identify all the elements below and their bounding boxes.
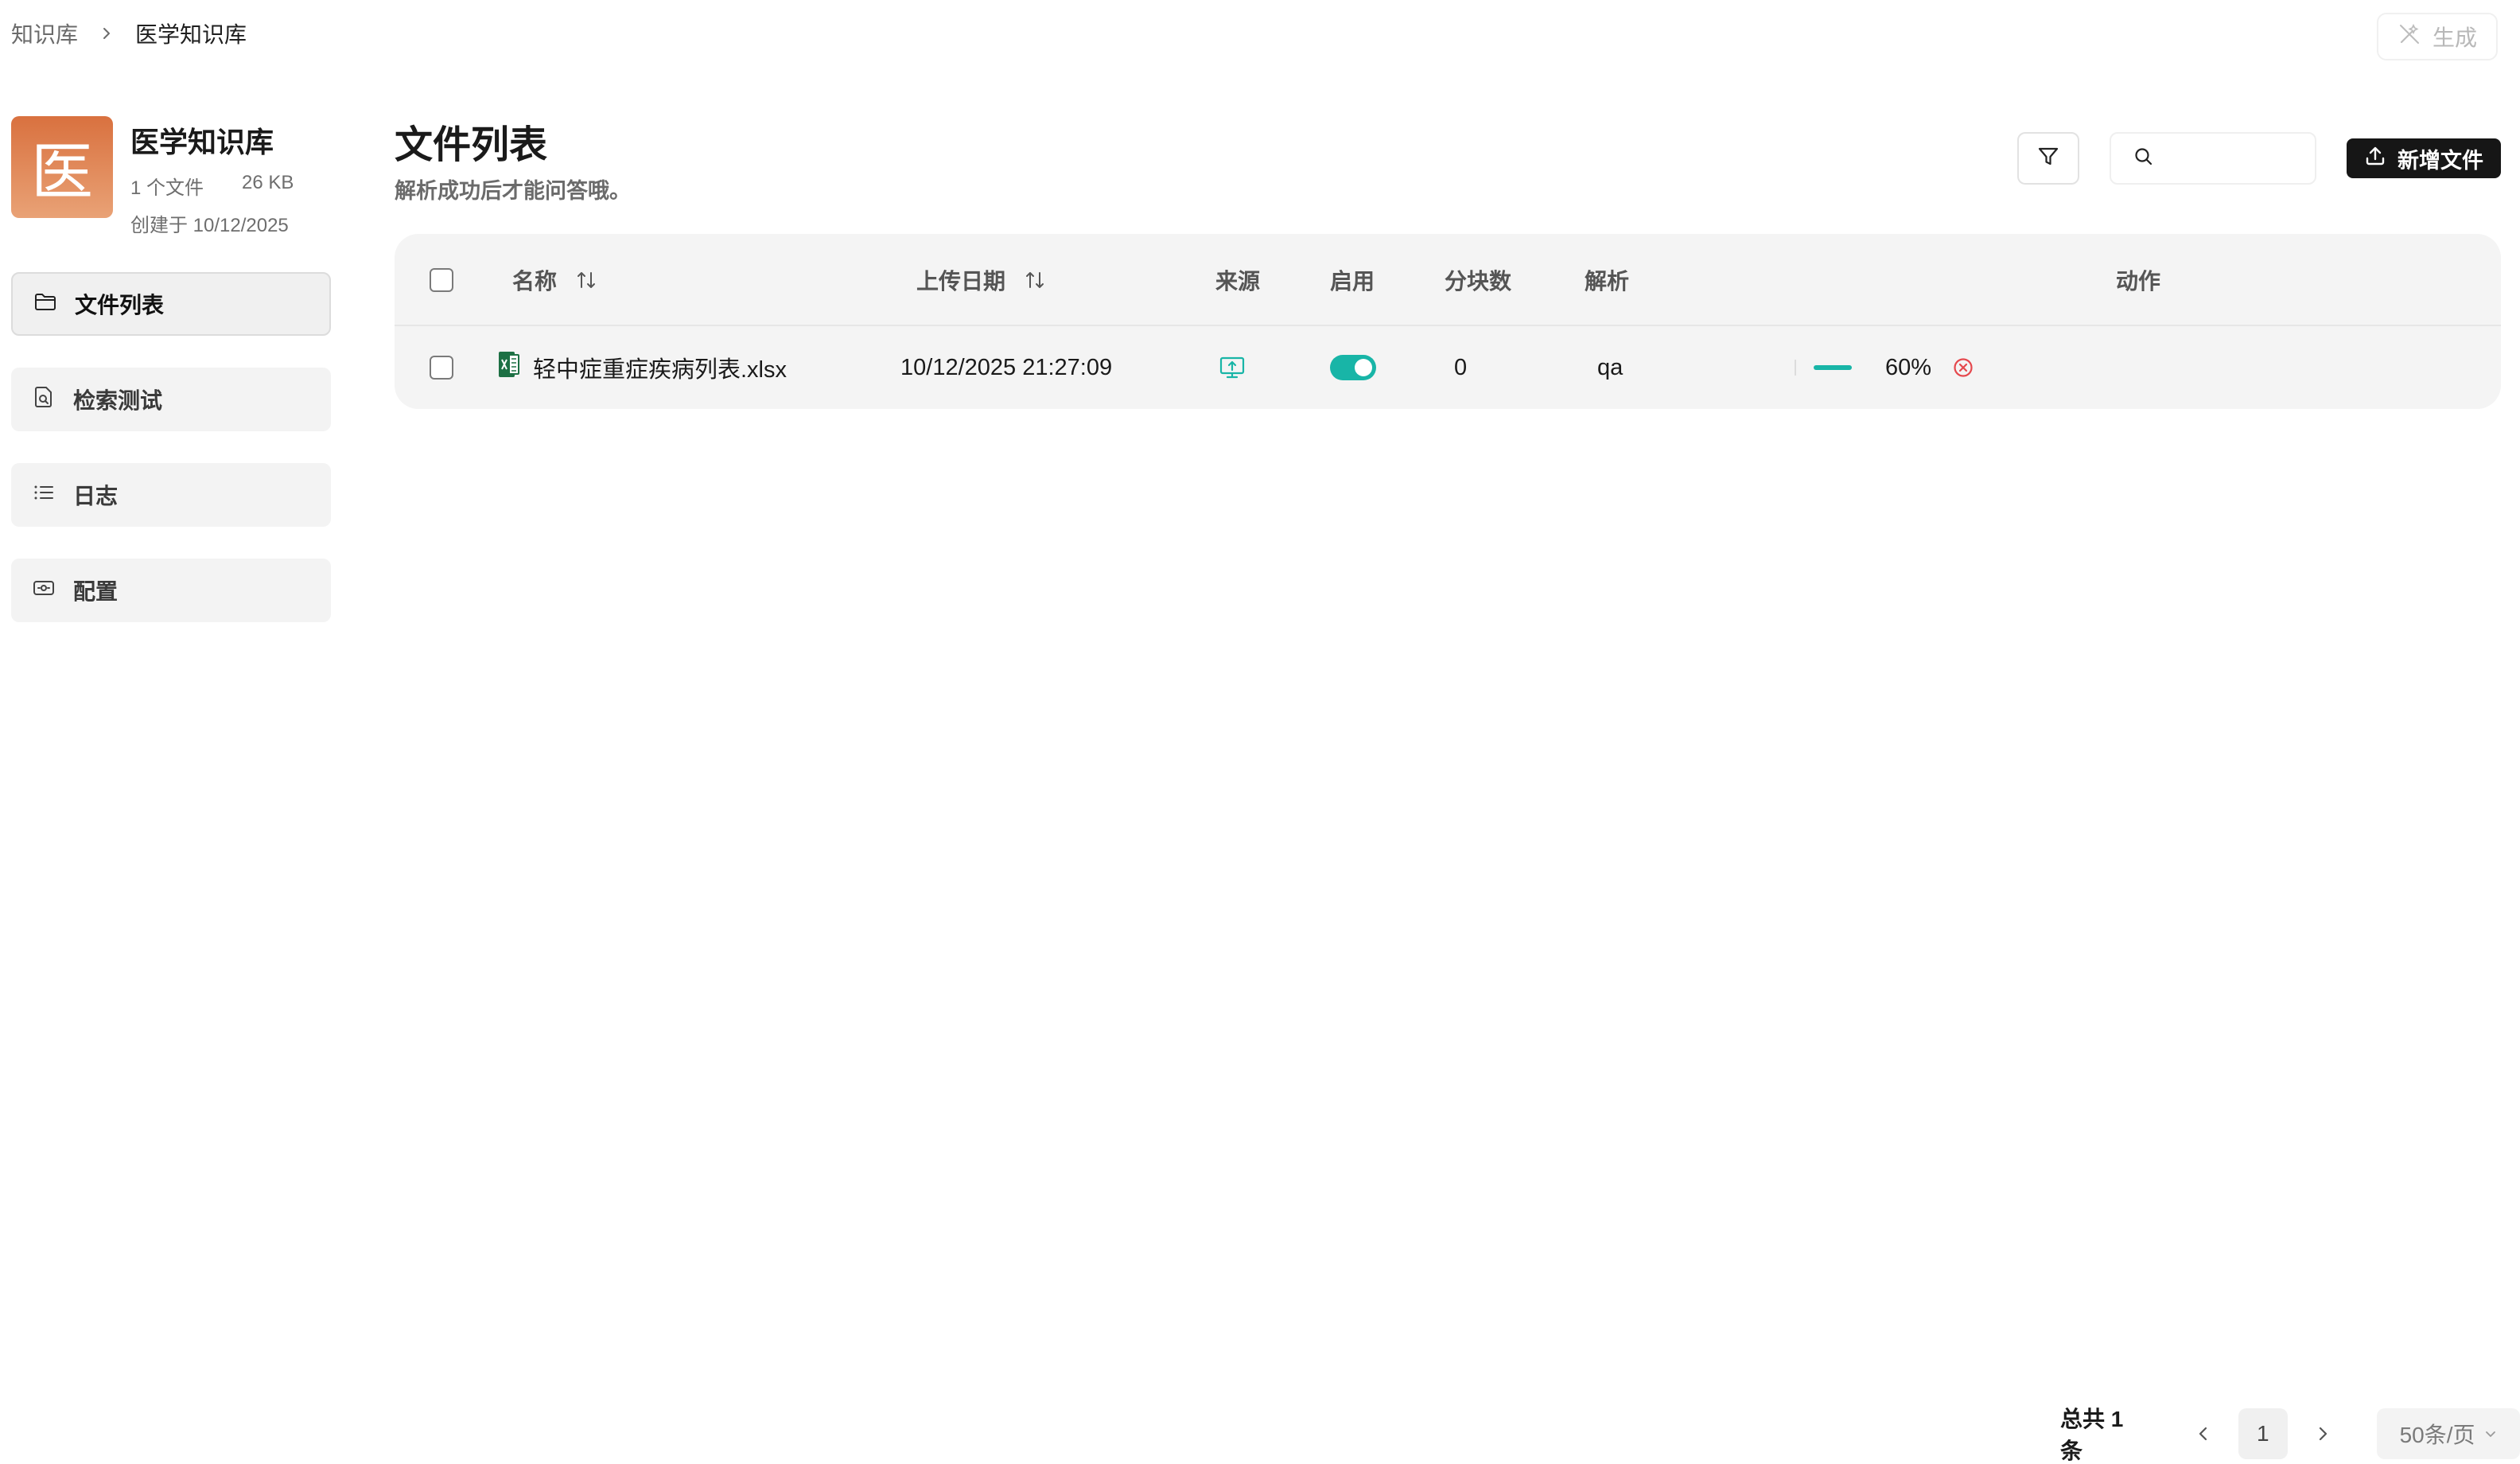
row-checkbox[interactable]	[430, 356, 453, 380]
excel-file-icon	[498, 351, 520, 384]
cancel-parse-icon[interactable]	[1952, 356, 1974, 379]
generate-label: 生成	[2432, 25, 2477, 50]
kb-size: 26 KB	[242, 172, 294, 193]
settings-card-icon	[32, 576, 56, 605]
chevron-down-icon	[2483, 1421, 2498, 1446]
file-name-link[interactable]: 轻中症重症疾病列表.xlsx	[533, 351, 787, 384]
kb-file-count: 1 个文件	[130, 177, 204, 199]
select-all-cell	[430, 234, 453, 326]
kb-meta: 1 个文件 26 KB	[130, 172, 294, 200]
row-select-cell	[430, 326, 453, 409]
breadcrumb: 知识库 医学知识库	[11, 18, 247, 49]
folder-icon	[33, 290, 57, 319]
page-size-select[interactable]: 50条/页	[2377, 1408, 2520, 1459]
column-header-name[interactable]: 名称	[512, 234, 598, 326]
column-header-upload-date[interactable]: 上传日期	[916, 234, 1047, 326]
sidebar-item-logs[interactable]: 日志	[11, 463, 331, 527]
search-icon	[2133, 146, 2154, 171]
column-header-parse: 解析	[1585, 269, 1630, 294]
filter-button[interactable]	[2017, 132, 2079, 185]
chevron-right-icon	[99, 25, 115, 41]
pagination-total: 总共 1 条	[2060, 1407, 2124, 1463]
add-file-label: 新增文件	[2398, 148, 2483, 173]
kb-name: 医学知识库	[130, 126, 274, 158]
add-file-button[interactable]: 新增文件	[2347, 138, 2501, 178]
column-header-label: 上传日期	[916, 269, 1006, 294]
pagination: 总共 1 条 1 50条/页	[2060, 1402, 2520, 1464]
chunks-cell: 0	[1454, 354, 1468, 380]
kb-avatar: 医	[11, 116, 113, 218]
column-header-enabled: 启用	[1330, 269, 1375, 294]
file-table: 名称 上传日期 来源 启用 分块数 解析 动作 轻中症重症疾病列表.xlsx 1…	[395, 234, 2501, 409]
sidebar-item-label: 检索测试	[73, 388, 163, 413]
column-header-chunks: 分块数	[1445, 269, 1512, 294]
select-all-checkbox[interactable]	[430, 268, 453, 292]
knowledge-base-card: 医 医学知识库 1 个文件 26 KB 创建于 10/12/2025	[11, 116, 294, 237]
search-input[interactable]	[2165, 146, 2308, 171]
chevron-right-icon[interactable]	[2304, 1410, 2342, 1458]
sidebar-item-config[interactable]: 配置	[11, 559, 331, 622]
page-size-label: 50条/页	[2399, 1423, 2475, 1447]
breadcrumb-root-link[interactable]: 知识库	[11, 18, 78, 49]
sidebar-item-label: 文件列表	[75, 293, 165, 317]
toggle-knob	[1355, 359, 1372, 376]
sort-icon[interactable]	[1023, 268, 1047, 292]
parse-method-cell: qa	[1597, 354, 1624, 380]
file-name-cell: 轻中症重症疾病列表.xlsx	[498, 326, 787, 409]
parse-progress-cell: 60%	[1795, 326, 1974, 409]
generate-button[interactable]: 生成	[2376, 13, 2498, 60]
progress-bar	[1814, 365, 1852, 370]
enabled-toggle-cell	[1330, 326, 1376, 409]
progress-divider	[1795, 360, 1796, 376]
file-search-icon	[32, 385, 56, 415]
parse-progress: 60%	[1795, 355, 1974, 381]
search-box	[2110, 132, 2316, 185]
table-header: 名称 上传日期 来源 启用 分块数 解析 动作	[395, 234, 2501, 326]
kb-info: 医学知识库 1 个文件 26 KB 创建于 10/12/2025	[130, 116, 294, 237]
column-header-actions: 动作	[2116, 269, 2161, 294]
local-upload-icon	[1219, 326, 1246, 409]
sort-icon[interactable]	[574, 268, 598, 292]
chevron-left-icon[interactable]	[2184, 1410, 2222, 1458]
page-title: 文件列表	[395, 124, 548, 166]
kb-created-date: 创建于 10/12/2025	[130, 215, 289, 236]
upload-icon	[2364, 145, 2386, 173]
sidebar-item-label: 配置	[73, 579, 119, 604]
sidebar-item-file-list[interactable]: 文件列表	[11, 272, 331, 336]
pagination-page-1[interactable]: 1	[2238, 1408, 2288, 1459]
enabled-toggle[interactable]	[1330, 355, 1376, 380]
progress-percent: 60%	[1885, 354, 1932, 380]
sidebar-item-label: 日志	[73, 484, 119, 508]
sidebar-item-retrieval-test[interactable]: 检索测试	[11, 368, 331, 431]
filter-icon	[2036, 144, 2061, 173]
magic-wand-off-icon	[2398, 22, 2421, 52]
column-header-source: 来源	[1215, 269, 1261, 294]
column-header-label: 名称	[512, 269, 558, 294]
list-icon	[32, 481, 56, 510]
sidebar-nav: 文件列表 检索测试 日志 配置	[11, 272, 331, 622]
table-row: 轻中症重症疾病列表.xlsx 10/12/2025 21:27:09 0 qa …	[395, 326, 2501, 409]
page-subtitle: 解析成功后才能问答哦。	[395, 179, 631, 203]
breadcrumb-current: 医学知识库	[135, 22, 247, 47]
upload-date-cell: 10/12/2025 21:27:09	[900, 354, 1113, 380]
